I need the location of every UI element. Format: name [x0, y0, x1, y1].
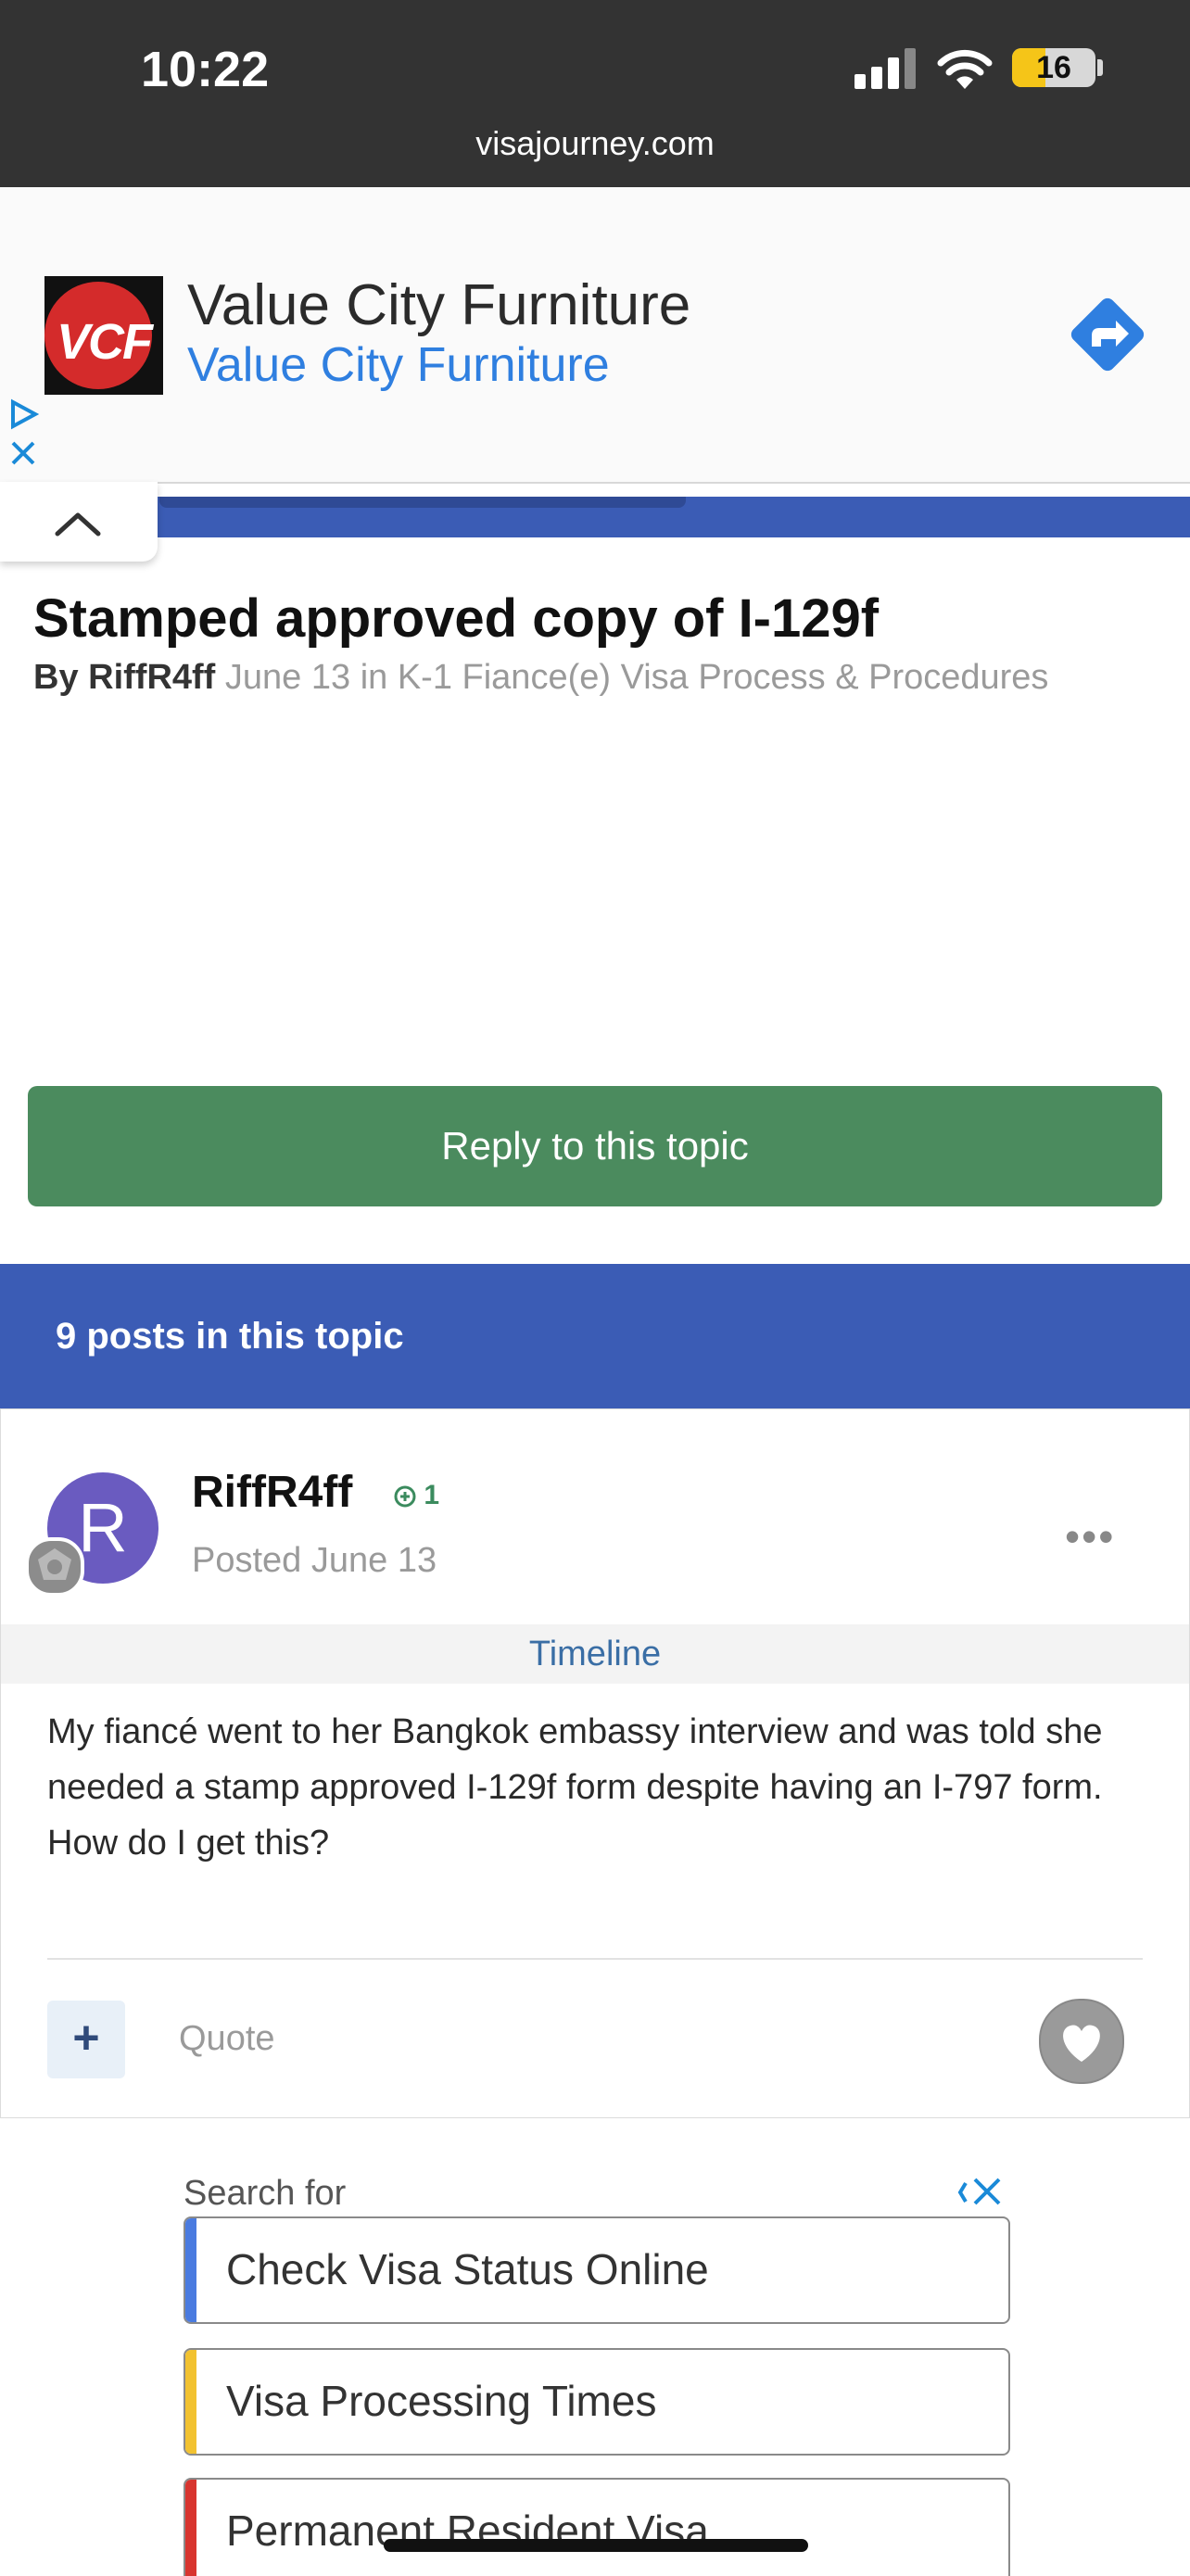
post-author-link[interactable]: RiffR4ff — [192, 1467, 352, 1518]
status-time: 10:22 — [141, 42, 270, 97]
heart-icon — [1063, 2025, 1100, 2062]
advertiser-logo: VCF — [44, 276, 163, 395]
reputation-count: 1 — [424, 1480, 440, 1510]
byline-author-link[interactable]: RiffR4ff — [88, 658, 215, 697]
timeline-bar: Timeline — [1, 1624, 1189, 1684]
banner-ad[interactable]: VCF Value City Furniture Value City Furn… — [0, 187, 1190, 484]
search-ad-label: Search for — [184, 2174, 347, 2213]
battery-percentage: 16 — [1036, 50, 1071, 85]
quote-button[interactable]: Quote — [179, 2019, 275, 2059]
ad-subtitle[interactable]: Value City Furniture — [187, 337, 610, 393]
close-ad-icon[interactable] — [7, 437, 39, 469]
home-indicator[interactable] — [384, 2539, 808, 2552]
timeline-link[interactable]: Timeline — [1, 1624, 1189, 1684]
browser-status-bar: 10:22 16 visajourney.com — [0, 0, 1190, 187]
multiquote-button[interactable]: + — [47, 2001, 125, 2078]
adchoices-close-icon — [957, 2178, 1001, 2205]
close-ad-icon[interactable] — [956, 2174, 1005, 2220]
directions-arrow-icon[interactable] — [1058, 285, 1157, 384]
search-ad-item[interactable]: Check Visa Status Online — [184, 2216, 1010, 2324]
reply-to-topic-button[interactable]: Reply to this topic — [28, 1086, 1162, 1206]
post-divider — [47, 1958, 1143, 1960]
rank-badge-icon — [25, 1537, 84, 1597]
search-ad-item-label: Check Visa Status Online — [226, 2245, 709, 2293]
chevron-up-icon — [55, 512, 101, 537]
topic-title: Stamped approved copy of I-129f — [33, 588, 880, 649]
battery-nub — [1097, 59, 1103, 76]
search-ad-item-label: Visa Processing Times — [226, 2377, 657, 2425]
ad-title[interactable]: Value City Furniture — [187, 272, 690, 338]
posts-count: 9 posts in this topic — [56, 1316, 404, 1357]
reputation-badge: 1 — [394, 1480, 439, 1511]
post-body: My fiancé went to her Bangkok embassy in… — [47, 1712, 1103, 1863]
byline-prefix: By — [33, 658, 79, 697]
posts-count-bar: 9 posts in this topic — [0, 1264, 1190, 1408]
sticky-nav-shadow — [159, 497, 686, 508]
logo-text: VCF — [57, 314, 153, 370]
post-card: R RiffR4ff 1 Posted June 13 ••• Timeline… — [0, 1408, 1190, 2118]
post-options-icon[interactable]: ••• — [1065, 1511, 1115, 1561]
like-button[interactable] — [1039, 1999, 1124, 2084]
adchoices-icon[interactable] — [7, 398, 39, 430]
item-accent-stripe — [185, 2218, 196, 2322]
item-accent-stripe — [185, 2480, 196, 2576]
collapse-ad-button[interactable] — [0, 482, 158, 562]
wifi-icon — [937, 49, 993, 89]
topic-byline: By RiffR4ff June 13 in K-1 Fiance(e) Vis… — [33, 658, 1048, 698]
byline-meta[interactable]: June 13 in K-1 Fiance(e) Visa Process & … — [225, 658, 1049, 697]
search-ad-item[interactable]: Visa Processing Times — [184, 2348, 1010, 2456]
url-bar[interactable]: visajourney.com — [0, 124, 1190, 163]
cellular-signal-icon — [855, 48, 916, 89]
plus-circle-icon — [394, 1485, 416, 1508]
item-accent-stripe — [185, 2350, 196, 2454]
battery-icon: 16 — [1012, 48, 1095, 87]
posted-date: Posted June 13 — [192, 1541, 437, 1580]
search-ad-item[interactable]: Permanent Resident Visa — [184, 2478, 1010, 2576]
